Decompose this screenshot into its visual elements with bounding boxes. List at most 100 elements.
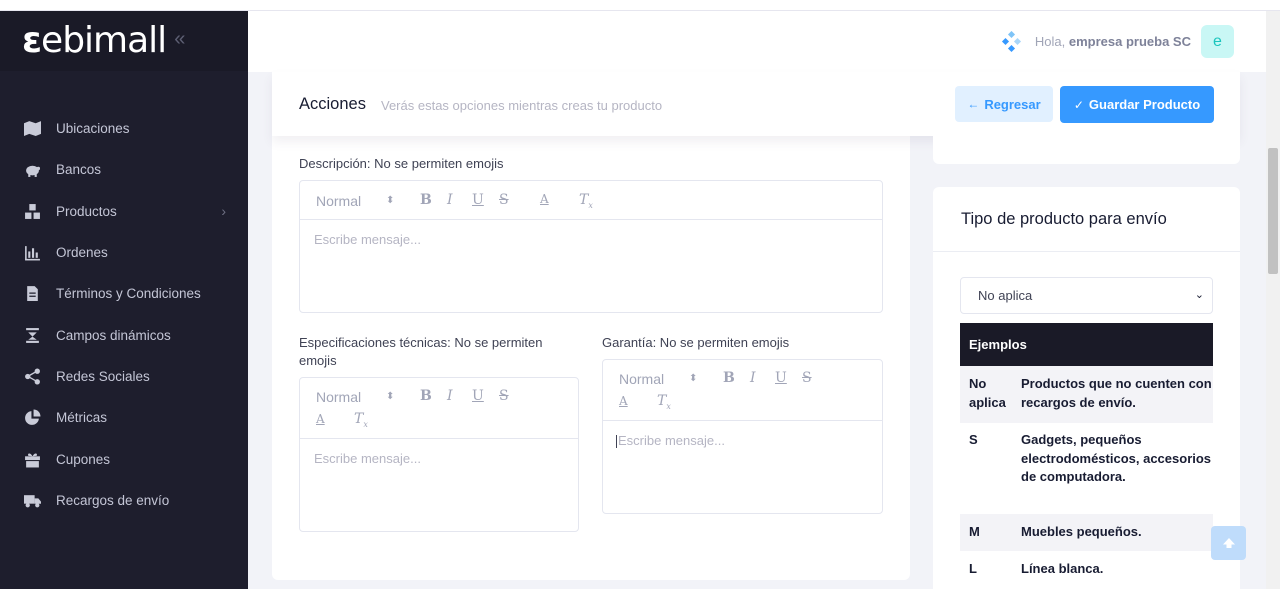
sidebar-item-terminos[interactable]: Términos y Condiciones [0,273,248,314]
sidebar-item-recargos[interactable]: Recargos de envío [0,480,248,521]
format-select[interactable]: Normal [619,371,664,387]
table-cell-value: Muebles pequeños. [1021,524,1142,539]
map-icon [23,120,41,138]
document-icon [23,285,41,303]
clear-format-icon[interactable]: Tx [354,411,368,429]
underline-icon[interactable]: U [472,388,484,404]
check-icon: ✓ [1073,97,1084,112]
save-button-label: Guardar Producto [1088,97,1201,112]
table-cell-key: M [969,524,980,539]
scrollbar-thumb[interactable] [1268,148,1278,274]
sidebar-item-label: Métricas [56,410,108,426]
shipping-type-select[interactable]: No aplica ⌄ [960,277,1213,314]
table-cell-key: S [969,432,978,447]
shipping-type-card: Tipo de producto para envío No aplica ⌄ … [933,187,1240,589]
format-select[interactable]: Normal [316,389,361,405]
table-cell-value: Línea blanca. [1021,561,1104,576]
company-logo-icon [1001,30,1021,52]
strike-icon[interactable]: S [499,388,509,404]
specs-placeholder: Escribe mensaje... [314,451,421,466]
right-card-top [933,136,1240,164]
scroll-top-button[interactable] [1211,526,1246,560]
sidebar-item-label: Campos dinámicos [56,327,171,343]
pie-chart-icon [23,409,41,427]
sidebar-item-campos[interactable]: Campos dinámicos [0,314,248,355]
user-greeting: Hola, empresa prueba SC [1034,34,1191,49]
fields-icon [23,326,41,344]
sidebar-item-label: Cupones [56,451,111,467]
sidebar-item-label: Productos [56,203,117,219]
description-placeholder: Escribe mensaje... [314,232,421,247]
strike-icon[interactable]: S [499,192,509,208]
sidebar-item-label: Ordenes [56,245,108,261]
format-select-arrows-icon[interactable]: ⬍ [386,391,394,402]
sidebar-item-label: Términos y Condiciones [56,286,201,302]
back-button-label: Regresar [984,96,1041,112]
table-row: No aplica Productos que no cuenten con r… [960,366,1213,423]
shipping-title: Tipo de producto para envío [961,210,1167,228]
underline-icon[interactable]: U [775,370,787,386]
table-cell-value: Productos que no cuenten con recargos de… [1021,376,1212,410]
chevron-down-icon: ⌄ [1194,289,1204,301]
format-select[interactable]: Normal [316,193,361,209]
divider [933,251,1240,252]
strike-icon[interactable]: S [802,370,812,386]
gift-icon [23,450,41,468]
sidebar-item-redes[interactable]: Redes Sociales [0,356,248,397]
table-row: S Gadgets, pequeños electrodomésticos, a… [960,423,1213,514]
sidebar-item-metricas[interactable]: Métricas [0,397,248,438]
collapse-sidebar-icon[interactable]: « [174,28,185,51]
italic-icon[interactable]: I [447,388,453,404]
user-area[interactable]: Hola, empresa prueba SC e [1001,25,1234,58]
bold-icon[interactable]: B [420,388,432,404]
text-color-icon[interactable]: A [540,192,549,206]
format-select-arrows-icon[interactable]: ⬍ [386,195,394,206]
sidebar-item-label: Redes Sociales [56,368,150,384]
specs-label: Especificaciones técnicas: No se permite… [299,335,543,368]
description-toolbar: Normal ⬍ B I U S A Tx [300,181,882,220]
clear-format-icon[interactable]: Tx [579,192,593,210]
table-cell-value: Gadgets, pequeños electrodomésticos, acc… [1021,432,1212,484]
sidebar-item-cupones[interactable]: Cupones [0,438,248,479]
actions-title: Acciones [299,95,366,113]
chevron-right-icon: › [221,203,226,220]
sidebar-item-productos[interactable]: Productos › [0,191,248,232]
share-icon [23,367,41,385]
sidebar-item-ordenes[interactable]: Ordenes [0,232,248,273]
format-select-arrows-icon[interactable]: ⬍ [689,373,697,384]
bold-icon[interactable]: B [420,192,432,208]
italic-icon[interactable]: I [447,192,453,208]
sidebar-item-label: Bancos [56,162,102,178]
warranty-editor[interactable]: Normal ⬍ B I U S A Tx Escribe mensaje... [602,359,883,514]
italic-icon[interactable]: I [750,370,756,386]
page-scrollbar[interactable] [1266,11,1280,589]
boxes-icon [23,202,41,220]
sidebar-nav: Ubicaciones Bancos Productos › Ordenes T… [0,108,248,521]
text-color-icon[interactable]: A [619,394,628,408]
product-form-card: Descripción: No se permiten emojis Norma… [272,72,910,580]
avatar[interactable]: e [1201,25,1234,58]
top-header: Hola, empresa prueba SC e [248,11,1266,72]
save-product-button[interactable]: ✓ Guardar Producto [1060,86,1214,123]
shipping-type-value: No aplica [978,288,1033,303]
sidebar-item-bancos[interactable]: Bancos [0,149,248,190]
description-editor[interactable]: Normal ⬍ B I U S A Tx Escribe mensaje... [299,180,883,313]
clear-format-icon[interactable]: Tx [657,393,671,411]
examples-table-header: Ejemplos [960,323,1213,366]
specs-toolbar: Normal ⬍ B I U S A Tx [300,378,578,439]
text-color-icon[interactable]: A [316,412,325,426]
examples-table: Ejemplos No aplica Productos que no cuen… [960,323,1213,588]
truck-icon [23,491,41,509]
table-row: L Línea blanca. [960,551,1213,588]
table-row: M Muebles pequeños. [960,514,1213,551]
brand-logo[interactable]: εebimall [22,23,167,59]
sidebar-item-ubicaciones[interactable]: Ubicaciones [0,108,248,149]
actions-bar: Acciones Verás estas opciones mientras c… [272,72,1240,136]
bar-chart-icon [23,244,41,262]
table-cell-key: L [969,561,977,576]
specs-editor[interactable]: Normal ⬍ B I U S A Tx Escribe mensaje... [299,377,579,532]
underline-icon[interactable]: U [472,192,484,208]
back-button[interactable]: ← Regresar [955,86,1053,122]
warranty-placeholder: Escribe mensaje... [616,433,725,449]
bold-icon[interactable]: B [723,370,735,386]
